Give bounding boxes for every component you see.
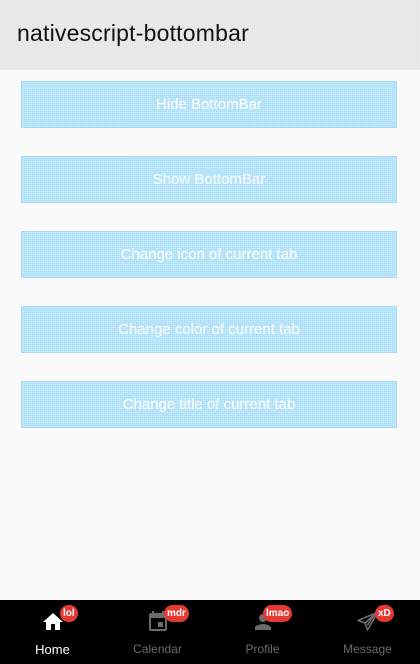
tab-badge: mdr bbox=[164, 605, 189, 622]
tab-label: Profile bbox=[245, 642, 280, 656]
hide-bottombar-button[interactable]: Hide BottomBar bbox=[21, 81, 397, 128]
tab-label: Calendar bbox=[133, 642, 182, 656]
tab-home[interactable]: lol Home bbox=[0, 600, 105, 664]
bottom-bar: lol Home mdr Calendar lmao Profile xD Me… bbox=[0, 600, 420, 664]
tab-badge: lmao bbox=[263, 605, 293, 622]
show-bottombar-button[interactable]: Show BottomBar bbox=[21, 156, 397, 203]
app-title: nativescript-bottombar bbox=[17, 20, 249, 46]
change-title-button[interactable]: Change title of current tab bbox=[21, 381, 397, 428]
tab-label: Home bbox=[35, 642, 70, 657]
change-icon-button[interactable]: Change icon of current tab bbox=[21, 231, 397, 278]
main-content: Hide BottomBar Show BottomBar Change ico… bbox=[0, 70, 420, 600]
tab-badge: lol bbox=[60, 605, 78, 622]
tab-label: Message bbox=[343, 642, 392, 656]
tab-calendar[interactable]: mdr Calendar bbox=[105, 600, 210, 664]
tab-badge: xD bbox=[375, 605, 394, 622]
tab-profile[interactable]: lmao Profile bbox=[210, 600, 315, 664]
action-bar: nativescript-bottombar bbox=[0, 0, 420, 70]
tab-message[interactable]: xD Message bbox=[315, 600, 420, 664]
change-color-button[interactable]: Change color of current tab bbox=[21, 306, 397, 353]
